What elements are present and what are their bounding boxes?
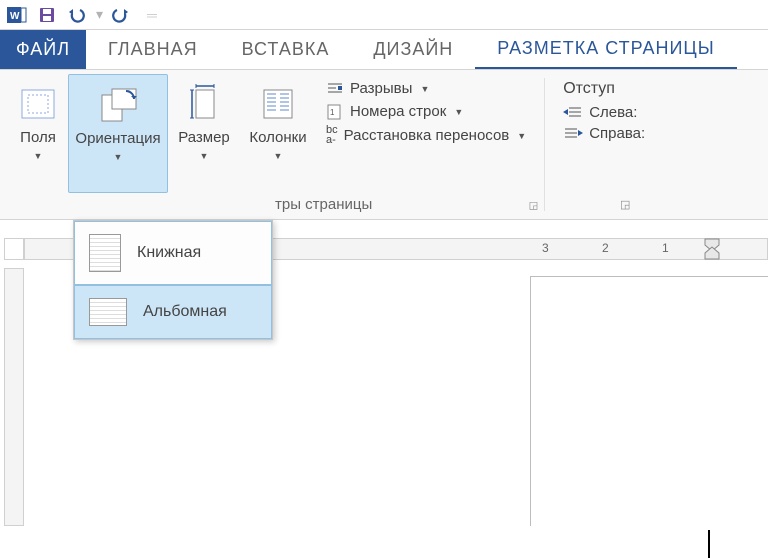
dialog-launcher-icon[interactable]: ◲ (620, 198, 630, 211)
redo-icon[interactable] (111, 4, 133, 26)
dropdown-caret-icon: ▼ (34, 151, 43, 161)
dropdown-caret-icon: ▼ (274, 151, 283, 161)
tab-home[interactable]: ГЛАВНАЯ (86, 30, 220, 69)
undo-icon[interactable] (66, 4, 88, 26)
margins-label: Поля (20, 130, 56, 147)
columns-icon (256, 82, 300, 126)
margins-icon (16, 82, 60, 126)
orientation-icon (96, 83, 140, 127)
group-paragraph-indent: Отступ Слева: Справа: (545, 70, 768, 219)
indent-left-label: Слева: (589, 104, 637, 121)
columns-label: Колонки (249, 130, 306, 147)
ruler-num: 2 (602, 241, 609, 255)
size-icon (182, 82, 226, 126)
orientation-label: Ориентация (75, 131, 160, 148)
dropdown-caret-icon: ▼ (454, 107, 463, 117)
page-setup-small-commands: Разрывы ▼ 1 Номера строк ▼ bca- Расстано… (316, 74, 536, 193)
orientation-dropdown: Книжная Альбомная (73, 220, 273, 340)
line-numbers-label: Номера строк (350, 103, 446, 120)
landscape-thumb-icon (89, 298, 127, 326)
indent-header: Отступ (553, 74, 760, 102)
svg-text:W: W (10, 11, 20, 22)
svg-text:1: 1 (330, 108, 335, 117)
line-numbers-icon: 1 (326, 104, 344, 120)
indent-left-row[interactable]: Слева: (553, 102, 760, 123)
breaks-icon (326, 81, 344, 97)
ruler-corner (4, 238, 24, 260)
ruler-num: 1 (662, 241, 669, 255)
indent-right-icon (563, 127, 583, 141)
orientation-portrait-label: Книжная (137, 244, 201, 262)
margins-button[interactable]: Поля ▼ (8, 74, 68, 193)
tab-design[interactable]: ДИЗАЙН (351, 30, 475, 69)
ribbon-tabs: ФАЙЛ ГЛАВНАЯ ВСТАВКА ДИЗАЙН РАЗМЕТКА СТР… (0, 30, 768, 70)
indent-marker-icon[interactable] (703, 237, 721, 261)
dropdown-caret-icon: ▼ (517, 131, 526, 141)
group-page-setup: Поля ▼ Ориентация ▼ Размер ▼ (0, 70, 544, 219)
hyphenation-label: Расстановка переносов (344, 127, 510, 144)
dialog-launcher-icon[interactable]: ◲ (529, 201, 538, 212)
vertical-ruler[interactable] (4, 268, 24, 526)
dropdown-caret-icon: ▼ (114, 152, 123, 162)
orientation-option-landscape[interactable]: Альбомная (74, 285, 272, 339)
tab-page-layout[interactable]: РАЗМЕТКА СТРАНИЦЫ (475, 30, 736, 69)
save-icon[interactable] (36, 4, 58, 26)
document-page[interactable] (530, 276, 768, 526)
group-title-page-setup: ◲ (0, 193, 544, 219)
line-numbers-button[interactable]: 1 Номера строк ▼ (326, 103, 526, 120)
group-title-page-setup-partial: тры страницы (275, 196, 372, 213)
indent-left-icon (563, 106, 583, 120)
indent-right-row[interactable]: Справа: (553, 123, 760, 144)
ribbon-page-layout: Поля ▼ Ориентация ▼ Размер ▼ (0, 70, 768, 220)
breaks-label: Разрывы (350, 80, 412, 97)
size-label: Размер (178, 130, 230, 147)
orientation-button[interactable]: Ориентация ▼ (68, 74, 168, 193)
size-button[interactable]: Размер ▼ (168, 74, 240, 193)
hyphenation-button[interactable]: bca- Расстановка переносов ▼ (326, 126, 526, 146)
breaks-button[interactable]: Разрывы ▼ (326, 80, 526, 97)
hyphenation-icon: bca- (326, 126, 338, 146)
orientation-landscape-label: Альбомная (143, 303, 227, 321)
indent-right-label: Справа: (589, 125, 645, 142)
text-cursor (708, 530, 710, 558)
tab-file[interactable]: ФАЙЛ (0, 30, 86, 69)
ruler-num: 3 (542, 241, 549, 255)
portrait-thumb-icon (89, 234, 121, 272)
qat-dropdown-undo[interactable]: ▾ (96, 6, 103, 23)
customize-qat-icon[interactable]: ═ (147, 7, 157, 23)
columns-button[interactable]: Колонки ▼ (240, 74, 316, 193)
tab-insert[interactable]: ВСТАВКА (220, 30, 352, 69)
dropdown-caret-icon: ▼ (200, 151, 209, 161)
word-app-icon: W (6, 4, 28, 26)
orientation-option-portrait[interactable]: Книжная (74, 221, 272, 285)
dropdown-caret-icon: ▼ (420, 84, 429, 94)
quick-access-toolbar: W ▾ ═ (0, 0, 768, 30)
